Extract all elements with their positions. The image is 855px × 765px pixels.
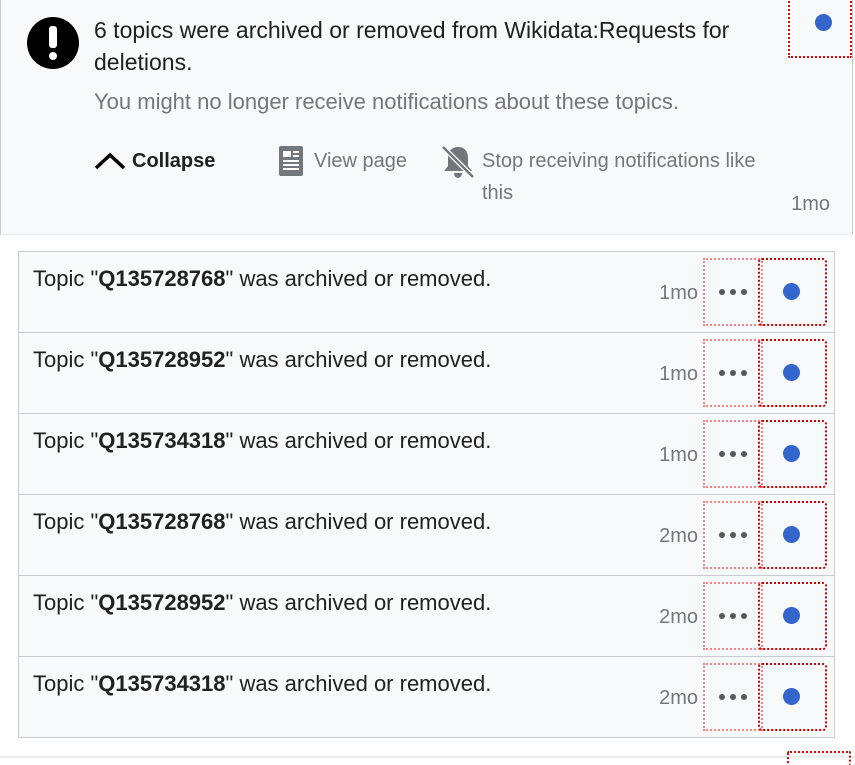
- notification-time: 1mo: [791, 193, 830, 215]
- list-item[interactable]: Topic "Q135734318" was archived or remov…: [19, 657, 834, 737]
- view-page-button[interactable]: View page: [278, 144, 407, 178]
- more-options-button[interactable]: [703, 420, 763, 488]
- mark-as-read-button[interactable]: [758, 501, 827, 569]
- item-time: 1mo: [659, 282, 698, 304]
- page-icon: [279, 146, 303, 176]
- mark-as-read-button[interactable]: [788, 0, 852, 58]
- list-item[interactable]: Topic "Q135728952" was archived or remov…: [19, 333, 834, 414]
- unread-dot-icon: [783, 283, 800, 300]
- list-item[interactable]: Topic "Q135734318" was archived or remov…: [19, 414, 834, 495]
- item-time: 1mo: [659, 363, 698, 385]
- item-text: Topic "Q135728768" was archived or remov…: [33, 509, 492, 534]
- item-text: Topic "Q135728952" was archived or remov…: [33, 347, 492, 372]
- collapse-label: Collapse: [132, 149, 216, 172]
- notification-list: Topic "Q135728768" was archived or remov…: [18, 251, 835, 738]
- stop-notifications-label: Stop receiving notifications like this: [482, 150, 756, 204]
- unread-dot-icon: [783, 688, 800, 705]
- topic-name: Q135728768: [98, 509, 226, 534]
- mark-as-read-button[interactable]: [758, 582, 827, 650]
- unread-dot-icon: [783, 607, 800, 624]
- item-text: Topic "Q135728952" was archived or remov…: [33, 590, 492, 615]
- alert-icon: [27, 17, 79, 69]
- mark-as-read-button[interactable]: [758, 339, 827, 407]
- item-time: 2mo: [659, 606, 698, 628]
- view-page-label: View page: [314, 149, 408, 172]
- divider: [0, 756, 855, 758]
- unread-dot-icon: [815, 14, 832, 31]
- topic-name: Q135734318: [98, 428, 226, 453]
- list-item[interactable]: Topic "Q135728952" was archived or remov…: [19, 576, 834, 657]
- notification-subtitle: You might no longer receive notification…: [94, 89, 679, 114]
- item-text: Topic "Q135734318" was archived or remov…: [33, 671, 492, 696]
- item-time: 2mo: [659, 525, 698, 547]
- item-text: Topic "Q135728768" was archived or remov…: [33, 266, 492, 291]
- mark-as-read-button[interactable]: [758, 663, 827, 731]
- notification-actions: Collapse View page Stop receiving notifi…: [94, 144, 794, 214]
- topic-name: Q135728768: [98, 266, 226, 291]
- bell-slash-icon: [441, 145, 475, 179]
- mark-as-read-button[interactable]: [758, 420, 827, 488]
- item-text: Topic "Q135734318" was archived or remov…: [33, 428, 492, 453]
- stop-notifications-button[interactable]: Stop receiving notifications like this: [440, 144, 762, 209]
- more-options-button[interactable]: [703, 501, 763, 569]
- notification-title: 6 topics were archived or removed from W…: [94, 17, 730, 75]
- collapse-button[interactable]: Collapse: [94, 144, 215, 178]
- unread-dot-icon: [783, 364, 800, 381]
- more-options-button[interactable]: [703, 663, 763, 731]
- more-options-button[interactable]: [703, 339, 763, 407]
- unread-dot-icon: [783, 445, 800, 462]
- topic-name: Q135728952: [98, 590, 226, 615]
- next-item-mark-button[interactable]: [787, 751, 851, 765]
- topic-name: Q135734318: [98, 671, 226, 696]
- more-options-button[interactable]: [703, 258, 763, 326]
- bundle-notification[interactable]: 6 topics were archived or removed from W…: [0, 0, 853, 235]
- item-time: 1mo: [659, 444, 698, 466]
- more-options-button[interactable]: [703, 582, 763, 650]
- list-item[interactable]: Topic "Q135728768" was archived or remov…: [19, 252, 834, 333]
- unread-dot-icon: [783, 526, 800, 543]
- item-time: 2mo: [659, 687, 698, 709]
- topic-name: Q135728952: [98, 347, 226, 372]
- chevron-up-icon: [94, 152, 126, 170]
- mark-as-read-button[interactable]: [758, 258, 827, 326]
- list-item[interactable]: Topic "Q135728768" was archived or remov…: [19, 495, 834, 576]
